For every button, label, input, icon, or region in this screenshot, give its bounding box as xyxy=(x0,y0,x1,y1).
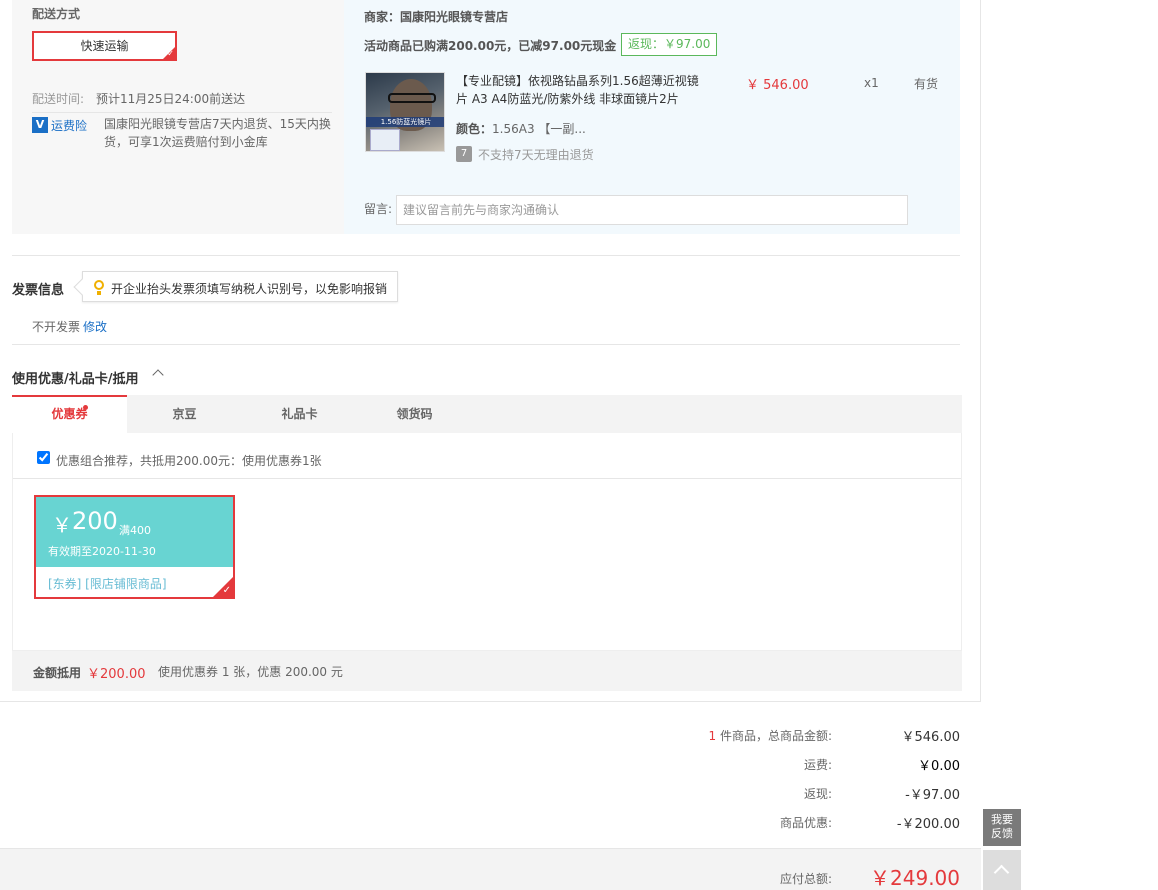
items-total-value: ￥546.00 xyxy=(901,730,961,745)
section-divider xyxy=(12,255,960,256)
selected-check-icon: ✓ xyxy=(213,577,233,597)
main-column-border xyxy=(980,0,981,702)
invoice-tip: 开企业抬头发票须填写纳税人识别号，以免影响报销 xyxy=(73,271,398,302)
items-label-text: 件商品，总商品金额: xyxy=(716,729,832,743)
cashback-label: 返现: xyxy=(803,787,832,801)
product-color-label: 颜色： xyxy=(456,122,493,136)
selected-check-icon: ✓ xyxy=(163,47,175,59)
shipping-insurance-desc: 国康阳光眼镜专营店7天内退货、15天内换货，可享1次运费赔付到小金库 xyxy=(104,117,331,149)
product-image-box xyxy=(370,129,400,151)
coupon-tabs: 优惠券 京豆 礼品卡 领货码 xyxy=(12,395,962,433)
discount-value: -￥200.00 xyxy=(896,817,960,832)
product-quantity: x1 xyxy=(864,76,879,90)
message-label: 留言: xyxy=(364,202,393,216)
message-input[interactable] xyxy=(396,195,908,225)
coupon-scope: [东券] [限店铺限商品] xyxy=(48,577,167,591)
items-total-label: 1 件商品，总商品金额: xyxy=(532,727,833,744)
delivery-time-label: 配送时间: xyxy=(32,92,85,106)
invoice-title: 发票信息 xyxy=(12,283,65,298)
coupon-validity: 有效期至2020-11-30 xyxy=(48,545,156,558)
coupon-summary-amount: ￥200.00 xyxy=(87,667,146,682)
product-color-value: 1.56A3 【一副... xyxy=(492,122,586,136)
shipping-divider xyxy=(32,112,332,113)
payable-value: ￥249.00 xyxy=(870,866,960,890)
recommend-text: 优惠组合推荐，共抵用200.00元：使用优惠券1张 xyxy=(56,454,322,468)
section-divider xyxy=(12,344,960,345)
merchant-panel: 商家：国康阳光眼镜专营店 活动商品已购满200.00元，已减97.00元现金 返… xyxy=(344,0,960,234)
coupon-summary-bar xyxy=(12,651,962,691)
recommend-checkbox[interactable] xyxy=(37,451,50,464)
tip-arrow xyxy=(73,278,91,296)
merchant-name: 商家：国康阳光眼镜专营店 xyxy=(364,10,509,24)
product-image[interactable]: 1.56防蓝光镜片 xyxy=(365,72,445,152)
shield-icon: V xyxy=(32,117,48,133)
coupon-currency: ￥ xyxy=(52,513,72,537)
chevron-up-icon[interactable] xyxy=(152,369,164,381)
coupon-summary-desc: 使用优惠券 1 张，优惠 200.00 元 xyxy=(158,665,343,679)
product-price: ￥ 546.00 xyxy=(746,78,809,93)
invoice-edit-link[interactable]: 修改 xyxy=(83,318,107,335)
totals-divider xyxy=(0,701,981,702)
item-count: 1 xyxy=(708,729,717,743)
product-color: 颜色：1.56A3 【一副... xyxy=(456,120,586,137)
shipping-insurance-link[interactable]: 运费险 xyxy=(51,117,87,134)
no-return-icon: 7 xyxy=(456,146,472,162)
cashback-value: -￥97.00 xyxy=(905,788,960,803)
tab-pickup-code[interactable]: 领货码 xyxy=(357,395,472,433)
shipping-method-button[interactable]: 快速运输 ✓ xyxy=(32,31,177,61)
invoice-status: 不开发票 xyxy=(32,320,81,334)
discount-label: 商品优惠: xyxy=(779,816,832,830)
product-image-glasses xyxy=(388,93,436,103)
product-stock: 有货 xyxy=(914,77,939,91)
lightbulb-icon xyxy=(94,280,104,295)
product-title[interactable]: 【专业配镜】依视路钻晶系列1.56超薄近视镜片 A3 A4防蓝光/防紫外线 非球… xyxy=(456,72,706,108)
tab-jingdou[interactable]: 京豆 xyxy=(127,395,242,433)
back-to-top-button[interactable] xyxy=(983,850,1021,890)
coupon-divider xyxy=(13,478,961,479)
coupon-card-header: ￥ 200 满400 有效期至2020-11-30 xyxy=(36,497,233,567)
feedback-button[interactable]: 我要反馈 xyxy=(983,809,1021,846)
delivery-time-value: 预计11月25日24:00前送达 xyxy=(96,92,246,106)
shipping-method-label: 快速运输 xyxy=(80,39,129,53)
notification-dot xyxy=(83,405,88,410)
coupon-amount: 200 xyxy=(72,507,118,535)
shipping-fee-value: ￥0.00 xyxy=(918,759,960,774)
chevron-up-icon xyxy=(993,864,1010,881)
coupon-section-title[interactable]: 使用优惠/礼品卡/抵用 xyxy=(12,368,139,387)
invoice-tip-text: 开企业抬头发票须填写纳税人识别号，以免影响报销 xyxy=(111,282,388,296)
tab-coupons[interactable]: 优惠券 xyxy=(12,395,127,433)
shipping-panel: 配送方式 快速运输 ✓ 配送时间: 预计11月25日24:00前送达 V 运费险… xyxy=(12,0,344,234)
tab-gift-card[interactable]: 礼品卡 xyxy=(242,395,357,433)
product-image-caption: 1.56防蓝光镜片 xyxy=(366,117,444,127)
tab-coupons-label: 优惠券 xyxy=(51,407,88,421)
cashback-badge: 返现：￥97.00 xyxy=(621,33,718,56)
promo-text: 活动商品已购满200.00元，已减97.00元现金 xyxy=(364,39,617,53)
shipping-fee-label: 运费: xyxy=(803,758,832,772)
coupon-condition: 满400 xyxy=(119,524,151,537)
coupon-card[interactable]: ￥ 200 满400 有效期至2020-11-30 [东券] [限店铺限商品] … xyxy=(34,495,235,599)
no-return-text: 不支持7天无理由退货 xyxy=(478,148,594,162)
coupon-summary-label: 金额抵用 xyxy=(33,666,82,680)
shipping-title: 配送方式 xyxy=(32,7,81,21)
